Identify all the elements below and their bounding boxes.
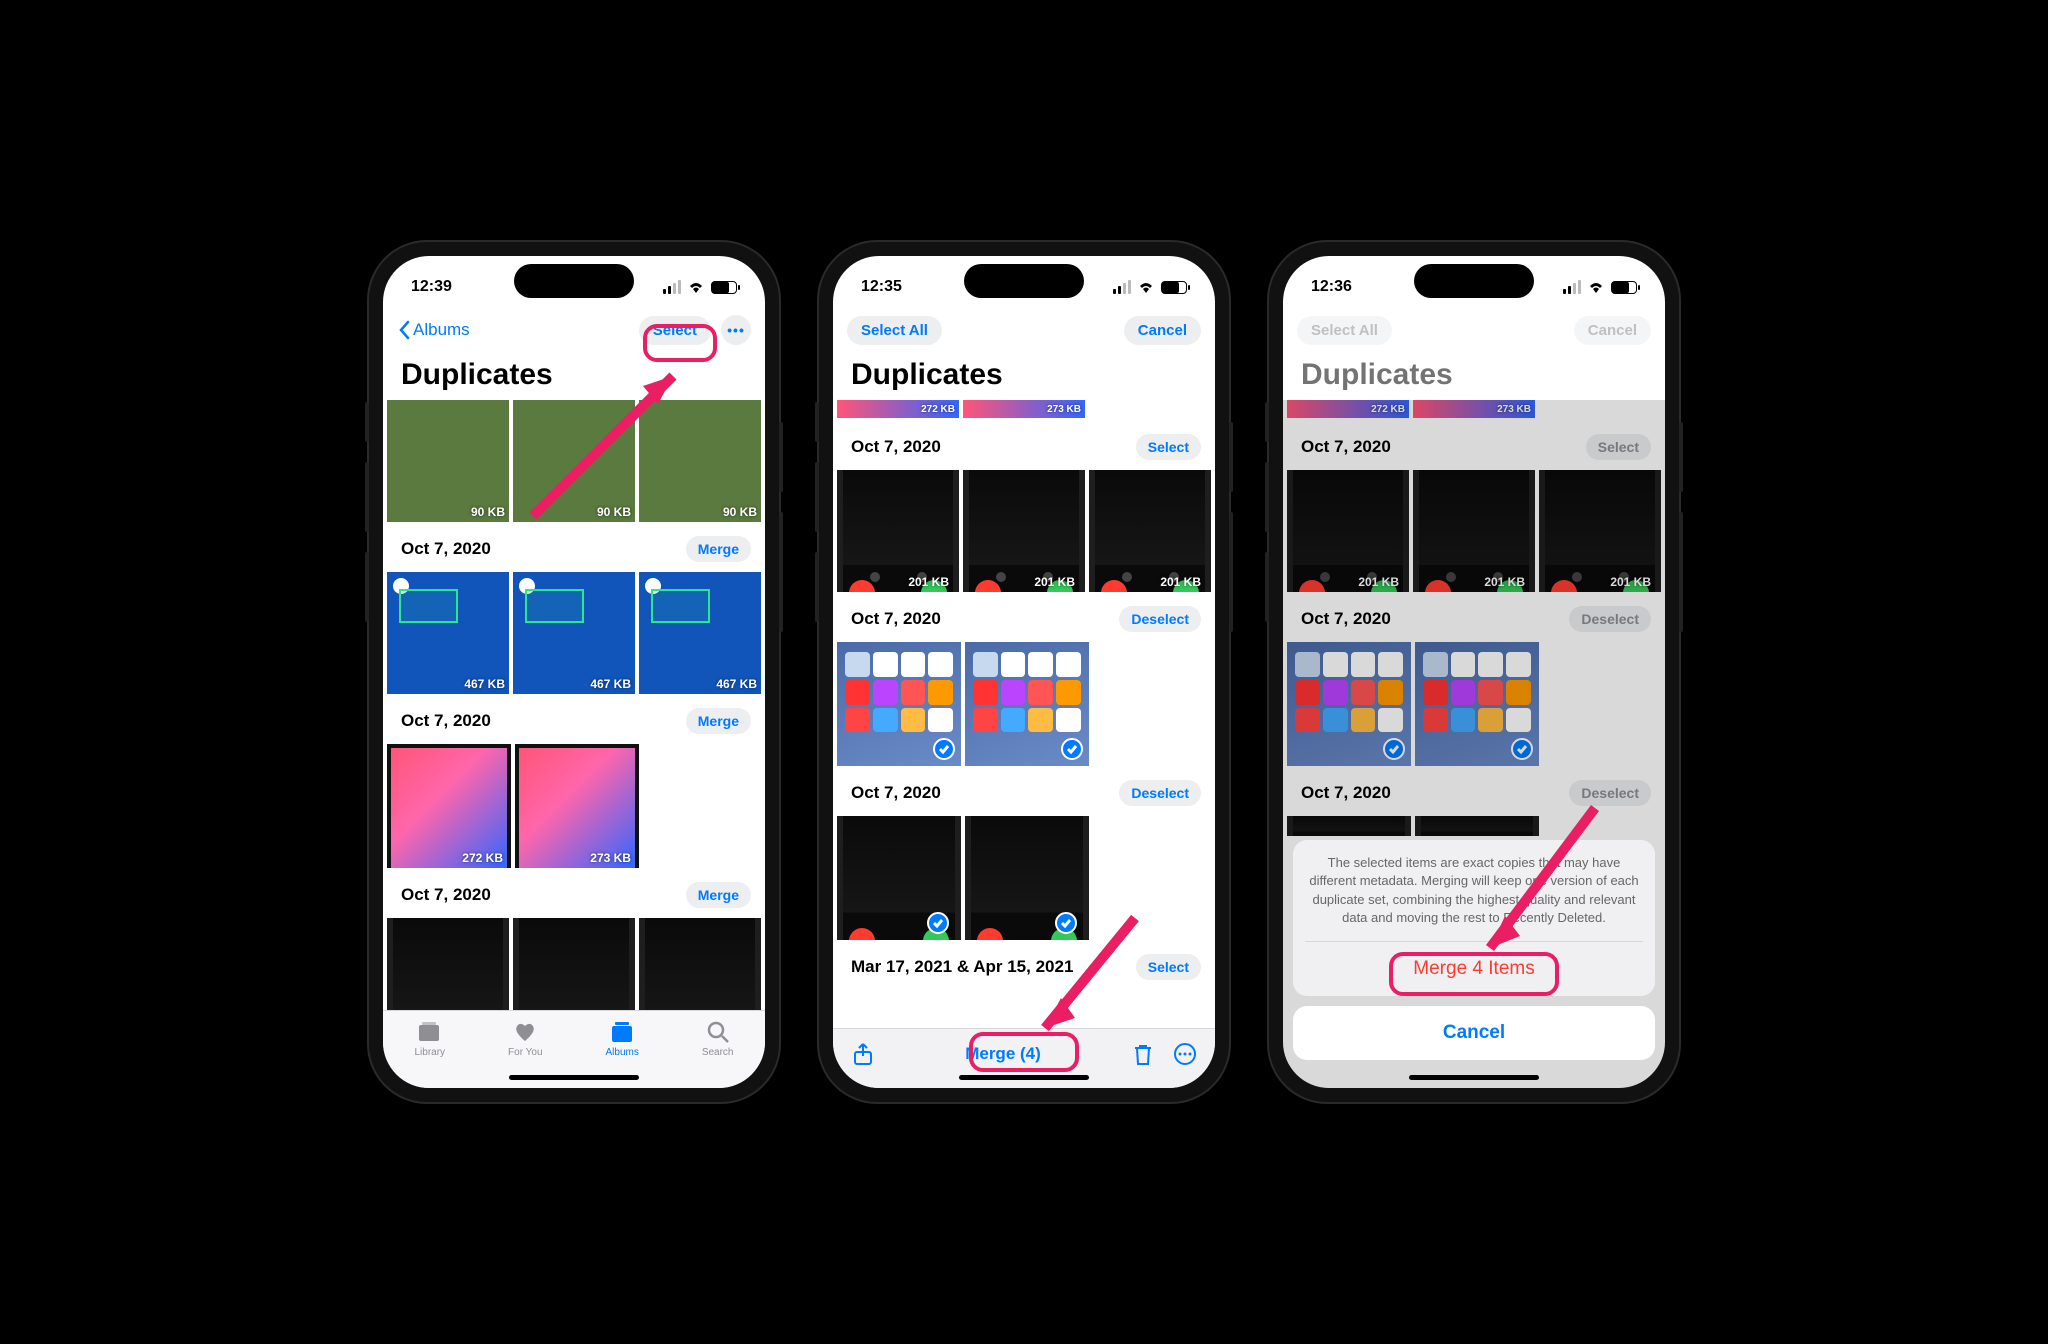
- battery-icon: [1611, 281, 1637, 294]
- home-indicator[interactable]: [1409, 1075, 1539, 1080]
- thumb[interactable]: 201 KB: [639, 918, 761, 1010]
- cellular-icon: [1113, 280, 1131, 294]
- select-button[interactable]: Select: [1136, 954, 1201, 980]
- status-bar: 12:35: [833, 256, 1215, 306]
- check-icon: [1055, 912, 1077, 934]
- wifi-icon: [1587, 280, 1605, 294]
- section-date: Oct 7, 2020: [851, 783, 941, 803]
- thumb[interactable]: 201 KB: [387, 918, 509, 1010]
- back-button[interactable]: Albums: [397, 320, 470, 340]
- select-all-button: Select All: [1297, 316, 1392, 345]
- more-button[interactable]: •••: [721, 315, 751, 345]
- nav-bar: Select All Cancel: [833, 306, 1215, 354]
- more-icon[interactable]: [1173, 1042, 1197, 1066]
- check-icon: [927, 912, 949, 934]
- action-sheet: The selected items are exact copies that…: [1283, 830, 1665, 1088]
- chevron-left-icon: [397, 320, 411, 340]
- check-icon: [933, 738, 955, 760]
- section-date: Oct 7, 2020: [851, 609, 941, 629]
- thumb[interactable]: 467 KB: [513, 572, 635, 694]
- select-all-button[interactable]: Select All: [847, 316, 942, 345]
- wifi-icon: [687, 280, 705, 294]
- thumb[interactable]: 201 KB: [1089, 470, 1211, 592]
- thumb[interactable]: 467 KB: [387, 572, 509, 694]
- section-date: Oct 7, 2020: [401, 711, 491, 731]
- deselect-button[interactable]: Deselect: [1119, 780, 1201, 806]
- phone-2: 12:35 Select All Cancel Duplicates 272 K…: [819, 242, 1229, 1102]
- thumb[interactable]: 467 KB: [639, 572, 761, 694]
- battery-icon: [711, 281, 737, 294]
- section-date: Oct 7, 2020: [851, 437, 941, 457]
- merge-button[interactable]: Merge: [686, 882, 751, 908]
- thumb[interactable]: 90 KB: [387, 400, 509, 522]
- sheet-message: The selected items are exact copies that…: [1305, 854, 1643, 941]
- thumb[interactable]: 90 KB: [639, 400, 761, 522]
- status-bar: 12:36: [1283, 256, 1665, 306]
- merge-button[interactable]: Merge: [686, 536, 751, 562]
- cancel-button[interactable]: Cancel: [1124, 316, 1201, 345]
- thumb[interactable]: 272 KB: [387, 744, 511, 868]
- thumb[interactable]: [837, 642, 961, 766]
- merge-button[interactable]: Merge (4): [965, 1044, 1041, 1064]
- sheet-cancel-button[interactable]: Cancel: [1293, 1006, 1655, 1060]
- thumb[interactable]: 201 KB: [513, 918, 635, 1010]
- section-date: Mar 17, 2021 & Apr 15, 2021: [851, 957, 1073, 977]
- thumb[interactable]: [965, 816, 1089, 940]
- section-date: Oct 7, 2020: [401, 539, 491, 559]
- thumb[interactable]: [837, 816, 961, 940]
- tab-library[interactable]: Library: [414, 1019, 445, 1058]
- tab-foryou[interactable]: For You: [508, 1019, 542, 1058]
- thumb[interactable]: [965, 642, 1089, 766]
- section-date: Oct 7, 2020: [401, 885, 491, 905]
- status-time: 12:39: [411, 278, 452, 296]
- phone-3: 12:36 Select All Cancel Duplicates 272 K…: [1269, 242, 1679, 1102]
- phone-1: 12:39 Albums Select ••• Duplicates 90 KB…: [369, 242, 779, 1102]
- page-title: Duplicates: [383, 354, 765, 404]
- cancel-button: Cancel: [1574, 316, 1651, 345]
- tab-albums[interactable]: Albums: [605, 1019, 638, 1058]
- home-indicator[interactable]: [959, 1075, 1089, 1080]
- thumb[interactable]: 201 KB: [963, 470, 1085, 592]
- battery-icon: [1161, 281, 1187, 294]
- back-label: Albums: [413, 320, 470, 340]
- status-time: 12:35: [861, 278, 902, 296]
- trash-icon[interactable]: [1131, 1042, 1155, 1066]
- status-bar: 12:39: [383, 256, 765, 306]
- home-indicator[interactable]: [509, 1075, 639, 1080]
- cellular-icon: [663, 280, 681, 294]
- select-button[interactable]: Select: [1136, 434, 1201, 460]
- merge-items-button[interactable]: Merge 4 Items: [1305, 941, 1643, 996]
- tab-search[interactable]: Search: [702, 1019, 734, 1058]
- content: 90 KB 90 KB 90 KB Oct 7, 2020 Merge 467 K…: [383, 400, 765, 1010]
- thumb[interactable]: 201 KB: [837, 470, 959, 592]
- thumb[interactable]: 273 KB: [515, 744, 639, 868]
- select-button[interactable]: Select: [639, 316, 711, 345]
- page-title: Duplicates: [1283, 354, 1665, 404]
- deselect-button[interactable]: Deselect: [1119, 606, 1201, 632]
- content: 272 KB273 KB Oct 7, 2020Select 201 KB 20…: [833, 400, 1215, 1028]
- page-title: Duplicates: [833, 354, 1215, 404]
- merge-button[interactable]: Merge: [686, 708, 751, 734]
- share-icon[interactable]: [851, 1042, 875, 1066]
- check-icon: [1061, 738, 1083, 760]
- nav-bar: Albums Select •••: [383, 306, 765, 354]
- wifi-icon: [1137, 280, 1155, 294]
- cellular-icon: [1563, 280, 1581, 294]
- status-time: 12:36: [1311, 278, 1352, 296]
- nav-bar: Select All Cancel: [1283, 306, 1665, 354]
- thumb[interactable]: 90 KB: [513, 400, 635, 522]
